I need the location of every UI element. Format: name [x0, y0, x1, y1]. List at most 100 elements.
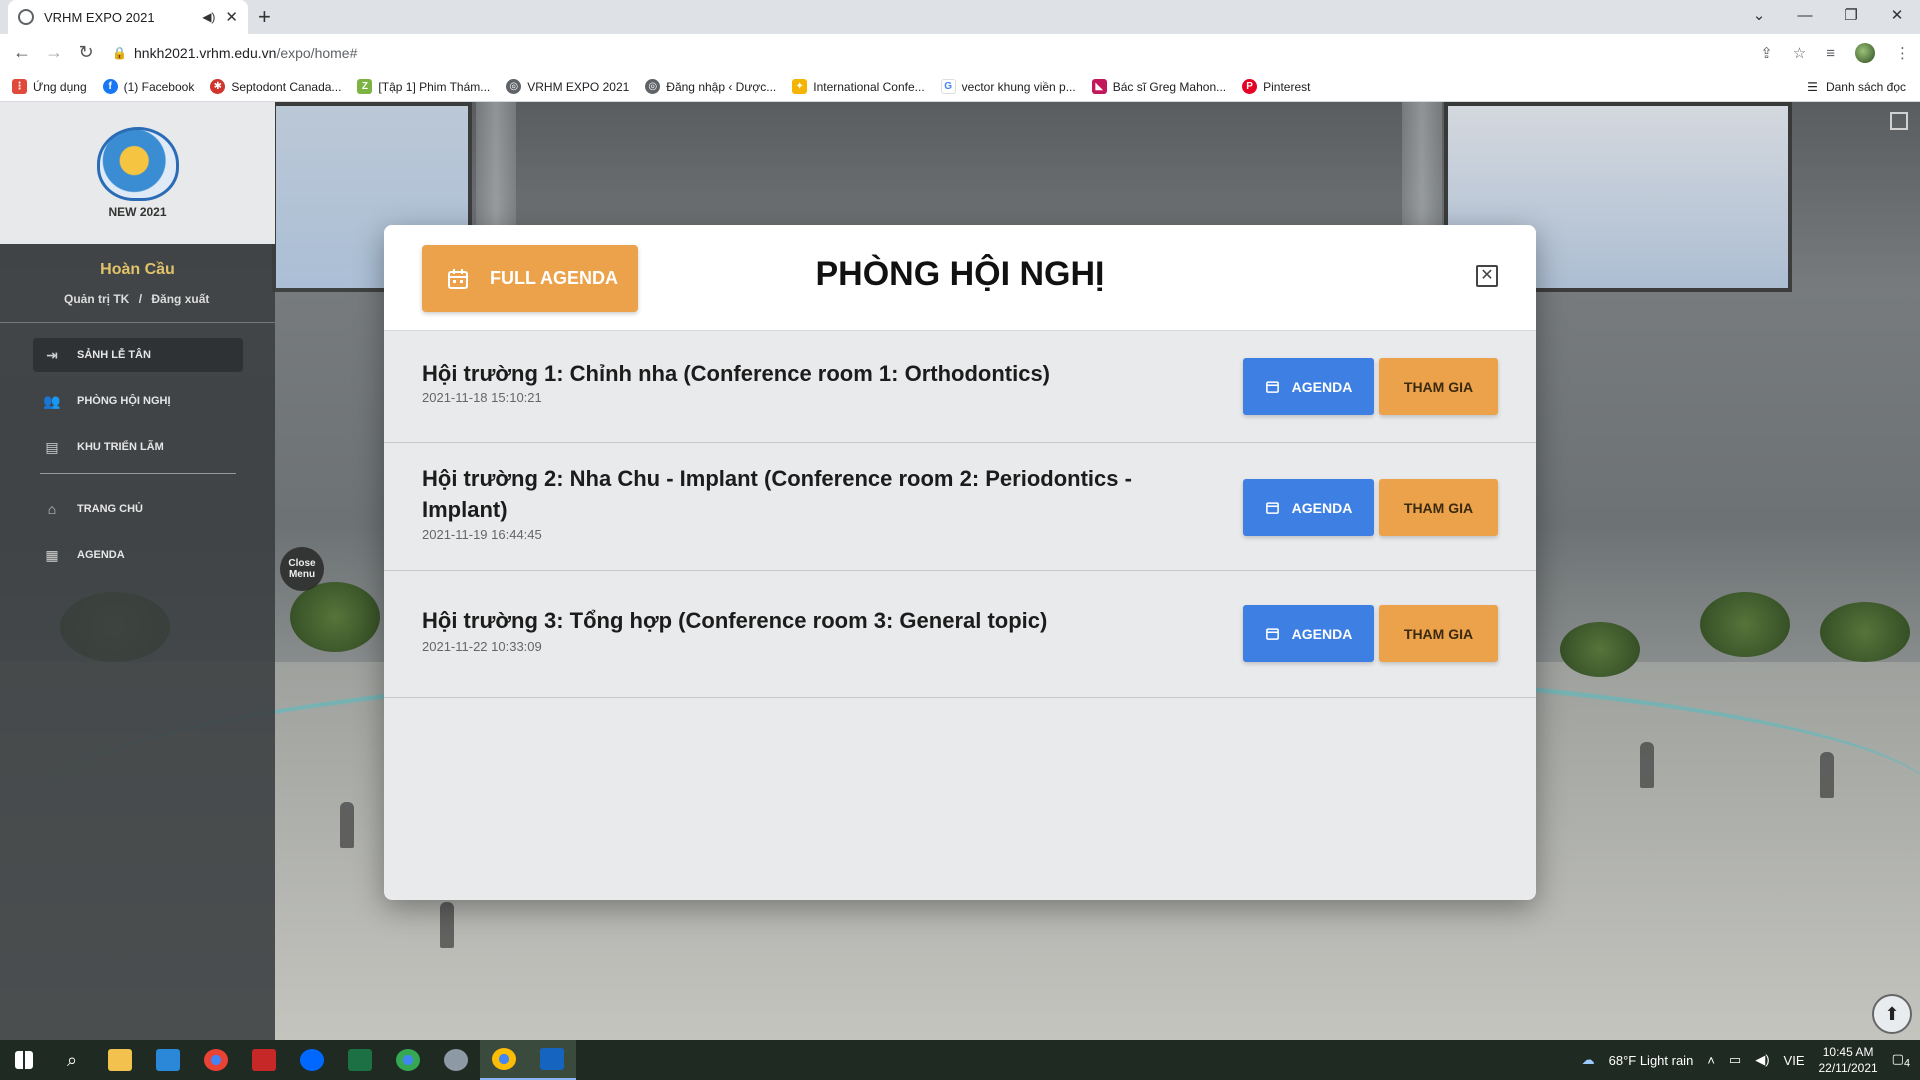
notification-count: 4 [1903, 1057, 1910, 1070]
event-logo: NEW 2021 [0, 102, 275, 244]
restore-button[interactable]: ❐ [1828, 0, 1874, 30]
url-field[interactable]: 🔒 hnkh2021.vrhm.edu.vn/expo/home# [112, 39, 1752, 67]
bookmark-label: Ứng dụng [33, 79, 87, 94]
windows-taskbar: ⌕ ☁ 68°F Light rain ˄ ▭ ◀) VIE 10:45 AM … [0, 1040, 1920, 1080]
chrome-menu-icon[interactable]: ⋮ [1895, 44, 1910, 62]
bookmark-duoc[interactable]: ◎ Đăng nhập ‹ Dược... [645, 79, 776, 94]
file-explorer-icon[interactable] [96, 1040, 144, 1080]
media-control-icon[interactable]: ≡ [1826, 45, 1835, 62]
tray-chevron-icon[interactable]: ˄ [1707, 1053, 1715, 1068]
bookmark-septodont[interactable]: ✱ Septodont Canada... [210, 79, 341, 94]
network-icon[interactable]: ▭ [1729, 1052, 1741, 1068]
modal-title: PHÒNG HỘI NGHỊ [815, 255, 1105, 293]
menu-item-home[interactable]: ⌂ TRANG CHỦ [33, 492, 243, 526]
windows-start-icon[interactable] [0, 1040, 48, 1080]
calendar-icon [1265, 628, 1279, 640]
account-link[interactable]: Quản trị TK [64, 292, 129, 306]
divider [0, 322, 275, 323]
compass-icon[interactable]: ⬆ [1872, 994, 1912, 1034]
minimize-button[interactable]: — [1782, 0, 1828, 30]
forward-icon[interactable]: → [42, 42, 66, 64]
room-date: 2021-11-18 15:10:21 [422, 390, 542, 405]
close-icon[interactable]: ✕ [1476, 265, 1498, 287]
expo-3d-viewport[interactable]: ⬆ NEW 2021 Hoàn Cầu Quản trị TK / Đăng x… [0, 102, 1920, 1040]
photos-icon[interactable] [528, 1040, 576, 1080]
room-date: 2021-11-22 10:33:09 [422, 639, 542, 654]
reload-icon[interactable]: ↻ [74, 42, 98, 64]
fullscreen-icon[interactable] [1890, 112, 1908, 130]
bookmark-label: Đăng nhập ‹ Dược... [666, 79, 777, 94]
reading-list-icon: ☰ [1807, 80, 1818, 94]
excel-icon[interactable] [336, 1040, 384, 1080]
clock-date: 22/11/2021 [1818, 1061, 1878, 1075]
weather-icon[interactable]: ☁ [1582, 1052, 1595, 1068]
facebook-icon: f [102, 79, 118, 94]
store-icon[interactable] [144, 1040, 192, 1080]
tab-search-icon[interactable]: ⌄ [1736, 0, 1782, 30]
bookmark-vrhm[interactable]: ◎ VRHM EXPO 2021 [506, 79, 629, 94]
room-date: 2021-11-19 16:44:45 [422, 527, 542, 542]
notifications-icon[interactable]: ▢4 [1892, 1051, 1910, 1070]
bookmarks-bar: ⋮ Ứng dụng f (1) Facebook ✱ Septodont Canad… [0, 72, 1920, 102]
room-join-button[interactable]: THAM GIA [1379, 358, 1498, 415]
lock-icon[interactable]: 🔒 [112, 46, 127, 60]
browser-tab-bar: VRHM EXPO 2021 ◀) ✕ + ⌄ — ❐ ✕ [0, 0, 1920, 34]
users-icon: 👥 [43, 393, 61, 409]
menu-item-conference[interactable]: 👥 PHÒNG HỘI NGHỊ [33, 384, 243, 418]
room-join-button[interactable]: THAM GIA [1379, 479, 1498, 536]
room-agenda-button[interactable]: AGENDA [1243, 358, 1374, 415]
language-indicator[interactable]: VIE [1784, 1053, 1805, 1068]
clock[interactable]: 10:45 AM 22/11/2021 [1819, 1044, 1878, 1076]
bookmark-facebook[interactable]: f (1) Facebook [102, 79, 194, 94]
pinterest-icon: P [1242, 79, 1258, 94]
bookmark-international[interactable]: ✦ International Confe... [792, 79, 925, 94]
browser-tab[interactable]: VRHM EXPO 2021 ◀) ✕ [8, 0, 248, 34]
menu-item-label: PHÒNG HỘI NGHỊ [77, 395, 171, 407]
z-logo-icon: Z [357, 79, 373, 94]
palm-tree [1820, 602, 1910, 662]
link-separator: / [138, 292, 143, 306]
bookmark-vector[interactable]: Gvector khung viền p... [940, 79, 1076, 94]
window-close-button[interactable]: ✕ [1874, 0, 1920, 30]
bookmark-label: Septodont Canada... [231, 79, 342, 94]
reading-list-button[interactable]: ☰ Danh sách đọc [1807, 80, 1906, 94]
tab-close-icon[interactable]: ✕ [225, 8, 238, 26]
room-join-button[interactable]: THAM GIA [1379, 605, 1498, 662]
agenda-label: AGENDA [1291, 378, 1353, 395]
room-name: Hội trường 3: Tổng hợp (Conference room … [422, 608, 1048, 633]
menu-item-agenda[interactable]: ▦ AGENDA [33, 538, 243, 572]
volume-icon[interactable]: ◀) [1755, 1052, 1769, 1068]
menu-item-exhibition[interactable]: ▤ KHU TRIỂN LÃM [33, 430, 243, 464]
chrome-active-icon[interactable] [480, 1040, 528, 1080]
room-row: Hội trường 1: Chỉnh nha (Conference room… [384, 331, 1536, 443]
apps-grid-icon: ⋮ [12, 79, 27, 94]
app-icon[interactable] [240, 1040, 288, 1080]
bookmark-label: Pinterest [1263, 79, 1311, 94]
room-agenda-button[interactable]: AGENDA [1243, 605, 1374, 662]
chrome-profile-icon[interactable] [384, 1040, 432, 1080]
url-host: hnkh2021.vrhm.edu.vn [134, 45, 277, 61]
bookmark-phim[interactable]: Z [Tập 1] Phim Thám... [357, 79, 490, 94]
menu-item-reception[interactable]: ⇥ SẢNH LỄ TÂN [33, 338, 243, 372]
close-menu-button[interactable]: Close Menu [280, 547, 324, 591]
back-icon[interactable]: ← [10, 42, 34, 64]
new-tab-button[interactable]: + [258, 4, 271, 30]
bookmark-greg[interactable]: ◣ Bác sĩ Greg Mahon... [1091, 79, 1227, 94]
weather-text[interactable]: 68°F Light rain [1609, 1053, 1694, 1068]
google-icon: G [940, 79, 956, 94]
logout-link[interactable]: Đăng xuất [151, 292, 209, 306]
chrome-icon[interactable] [192, 1040, 240, 1080]
menu-item-label: SẢNH LỄ TÂN [77, 349, 151, 361]
zalo-icon[interactable] [288, 1040, 336, 1080]
bookmark-star-icon[interactable]: ☆ [1793, 44, 1806, 62]
profile-avatar[interactable] [1855, 43, 1875, 63]
share-icon[interactable]: ⇪ [1760, 44, 1773, 62]
paint-icon[interactable] [432, 1040, 480, 1080]
bookmark-apps[interactable]: ⋮ Ứng dụng [12, 79, 87, 94]
search-icon[interactable]: ⌕ [48, 1040, 96, 1080]
room-agenda-button[interactable]: AGENDA [1243, 479, 1374, 536]
user-name: Hoàn Cầu [100, 261, 175, 278]
bookmark-label: Bác sĩ Greg Mahon... [1112, 79, 1227, 94]
speaker-icon[interactable]: ◀) [202, 10, 215, 24]
bookmark-pinterest[interactable]: P Pinterest [1242, 79, 1310, 94]
